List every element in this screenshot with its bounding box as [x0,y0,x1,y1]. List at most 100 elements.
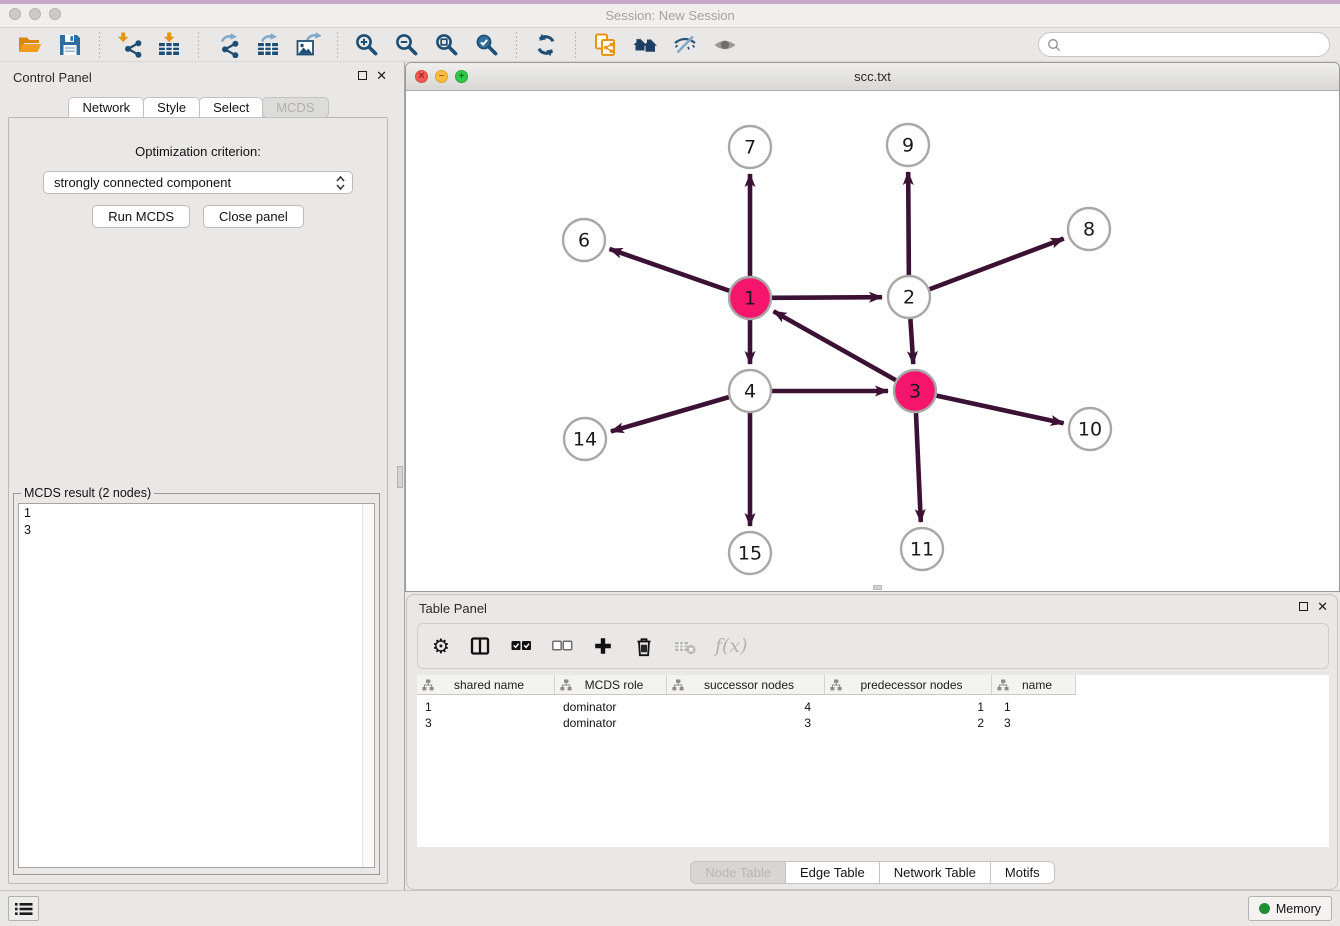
save-session-button[interactable] [55,31,85,59]
search-box[interactable] [1038,32,1330,57]
graph-node-11[interactable]: 11 [901,528,943,570]
svg-text:6: 6 [578,230,590,252]
graph-node-4[interactable]: 4 [729,370,771,412]
select-all-rows-button[interactable] [510,633,532,659]
network-canvas[interactable]: 7 9 6 8 1 2 4 3 14 10 15 11 [406,91,1339,591]
table-header-row: shared nameMCDS rolesuccessor nodesprede… [417,675,1329,695]
app-titlebar: Session: New Session [0,0,1340,28]
network-home-button[interactable] [630,31,660,59]
mcds-result-scrollbar[interactable] [362,504,374,867]
zoom-selected-button[interactable] [472,31,502,59]
cell-MCDS-role: dominator [555,699,667,715]
export-table-icon [255,32,281,58]
import-table-button[interactable] [154,31,184,59]
tab-network-table[interactable]: Network Table [879,861,991,884]
graph-node-3[interactable]: 3 [894,370,936,412]
graph-edge-2-3[interactable] [910,319,913,364]
zoom-out-button[interactable] [392,31,422,59]
graph-node-7[interactable]: 7 [729,126,771,168]
search-icon [1047,38,1061,52]
export-table-button[interactable] [253,31,283,59]
graph-edge-3-1[interactable] [774,311,896,380]
table-options-button[interactable]: ⚙ [432,633,450,659]
network-view-window: ✕ − + scc.txt 7 9 6 8 1 2 4 3 14 10 15 11 [405,62,1340,592]
export-image-icon [295,32,321,58]
tab-edge-table[interactable]: Edge Table [785,861,880,884]
optimization-criterion-select[interactable]: strongly connected component [43,171,353,194]
show-panel-button[interactable] [710,31,740,59]
apply-layout-button[interactable] [531,31,561,59]
table-body: 1dominator4113dominator323 [417,695,1329,731]
column-header-MCDS-role[interactable]: MCDS role [555,675,667,695]
column-header-successor-nodes[interactable]: successor nodes [667,675,825,695]
network-resize-knob[interactable] [873,585,882,590]
table-row[interactable]: 1dominator411 [417,699,1329,715]
zoom-in-button[interactable] [352,31,382,59]
zoom-fit-button[interactable] [432,31,462,59]
close-table-panel-icon[interactable]: ✕ [1317,601,1328,612]
add-icon [592,635,614,657]
graph-node-2[interactable]: 2 [888,276,930,318]
graph-edge-3-10[interactable] [936,396,1063,424]
graph-edge-4-14[interactable] [611,397,729,431]
graph-node-1[interactable]: 1 [729,277,771,319]
delete-column-button[interactable] [633,633,655,659]
attribute-tree-icon [560,679,572,691]
tab-style[interactable]: Style [143,97,200,118]
export-image-button[interactable] [293,31,323,59]
toolbar-separator [516,32,517,58]
svg-text:2: 2 [903,287,915,309]
tab-motifs[interactable]: Motifs [990,861,1055,884]
graph-node-9[interactable]: 9 [887,124,929,166]
graph-node-15[interactable]: 15 [729,532,771,574]
panel-divider-grip[interactable] [397,466,403,488]
run-mcds-button[interactable]: Run MCDS [92,205,190,228]
fx-icon: f(x) [715,637,748,656]
memory-button[interactable]: Memory [1248,896,1332,921]
svg-text:10: 10 [1078,419,1102,441]
graph-edge-2-8[interactable] [930,239,1064,290]
attribute-tree-icon [830,679,842,691]
close-panel-icon[interactable]: ✕ [376,70,387,81]
graph-node-6[interactable]: 6 [563,219,605,261]
add-column-button[interactable] [592,633,614,659]
export-network-button[interactable] [213,31,243,59]
hide-panel-button[interactable] [670,31,700,59]
table-panel-controls: ✕ [1299,601,1328,612]
table-row[interactable]: 3dominator323 [417,715,1329,731]
svg-text:14: 14 [573,429,597,451]
task-list-icon [15,902,33,916]
graph-node-10[interactable]: 10 [1069,408,1111,450]
column-header-shared-name[interactable]: shared name [417,675,555,695]
cell-shared-name: 1 [417,699,555,715]
tab-mcds[interactable]: MCDS [262,97,328,118]
open-session-button[interactable] [15,31,45,59]
toolbar-separator [198,32,199,58]
toolbar-separator [337,32,338,58]
graph-node-8[interactable]: 8 [1068,208,1110,250]
toolbar-buttons [10,31,1038,59]
show-columns-button[interactable] [469,633,491,659]
task-history-button[interactable] [8,896,39,921]
zoom-selected-icon [474,32,500,58]
network-window-titlebar: ✕ − + scc.txt [406,63,1339,91]
tab-node-table[interactable]: Node Table [690,861,786,884]
graph-edge-1-6[interactable] [609,249,729,291]
float-panel-icon[interactable] [358,71,367,80]
tab-network[interactable]: Network [68,97,144,118]
graph-node-14[interactable]: 14 [564,418,606,460]
graph-edge-2-9[interactable] [908,172,909,275]
graph-edge-1-2[interactable] [772,297,882,298]
column-header-predecessor-nodes[interactable]: predecessor nodes [825,675,992,695]
search-input[interactable] [1061,35,1329,55]
deselect-all-rows-button[interactable] [551,633,573,659]
column-header-name[interactable]: name [992,675,1076,695]
close-panel-button[interactable]: Close panel [203,205,304,228]
tab-select[interactable]: Select [199,97,263,118]
import-from-ndex-button[interactable] [590,31,620,59]
cell-shared-name: 3 [417,715,555,731]
graph-edge-3-11[interactable] [916,413,921,522]
float-table-panel-icon[interactable] [1299,602,1308,611]
import-network-button[interactable] [114,31,144,59]
mcds-result-text[interactable]: 1 3 [18,503,375,868]
